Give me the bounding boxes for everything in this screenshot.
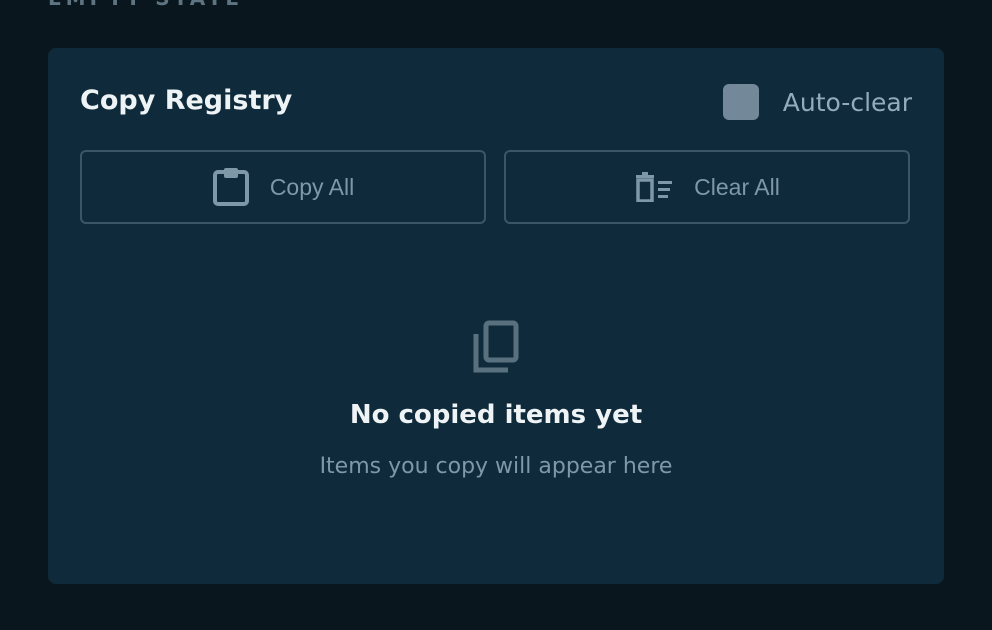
empty-state: No copied items yet Items you copy will … bbox=[48, 320, 944, 479]
trash-list-icon bbox=[634, 172, 674, 202]
copy-all-label: Copy All bbox=[269, 173, 355, 200]
copy-registry-card: Copy Registry Auto-clear Copy All Clear … bbox=[48, 48, 944, 584]
clear-all-button[interactable]: Clear All bbox=[504, 150, 910, 224]
autoclear-toggle[interactable]: Auto-clear bbox=[722, 84, 912, 120]
copy-stack-icon bbox=[472, 320, 520, 374]
empty-title: No copied items yet bbox=[349, 400, 643, 430]
empty-subtitle: Items you copy will appear here bbox=[319, 454, 673, 479]
clear-all-label: Clear All bbox=[694, 173, 780, 200]
autoclear-label: Auto-clear bbox=[782, 87, 912, 117]
copy-all-button[interactable]: Copy All bbox=[80, 150, 486, 224]
clipboard-icon bbox=[212, 167, 250, 207]
autoclear-checkbox[interactable] bbox=[722, 84, 759, 120]
card-title: Copy Registry bbox=[80, 85, 293, 116]
section-label: EMPTY STATE bbox=[48, 0, 243, 10]
